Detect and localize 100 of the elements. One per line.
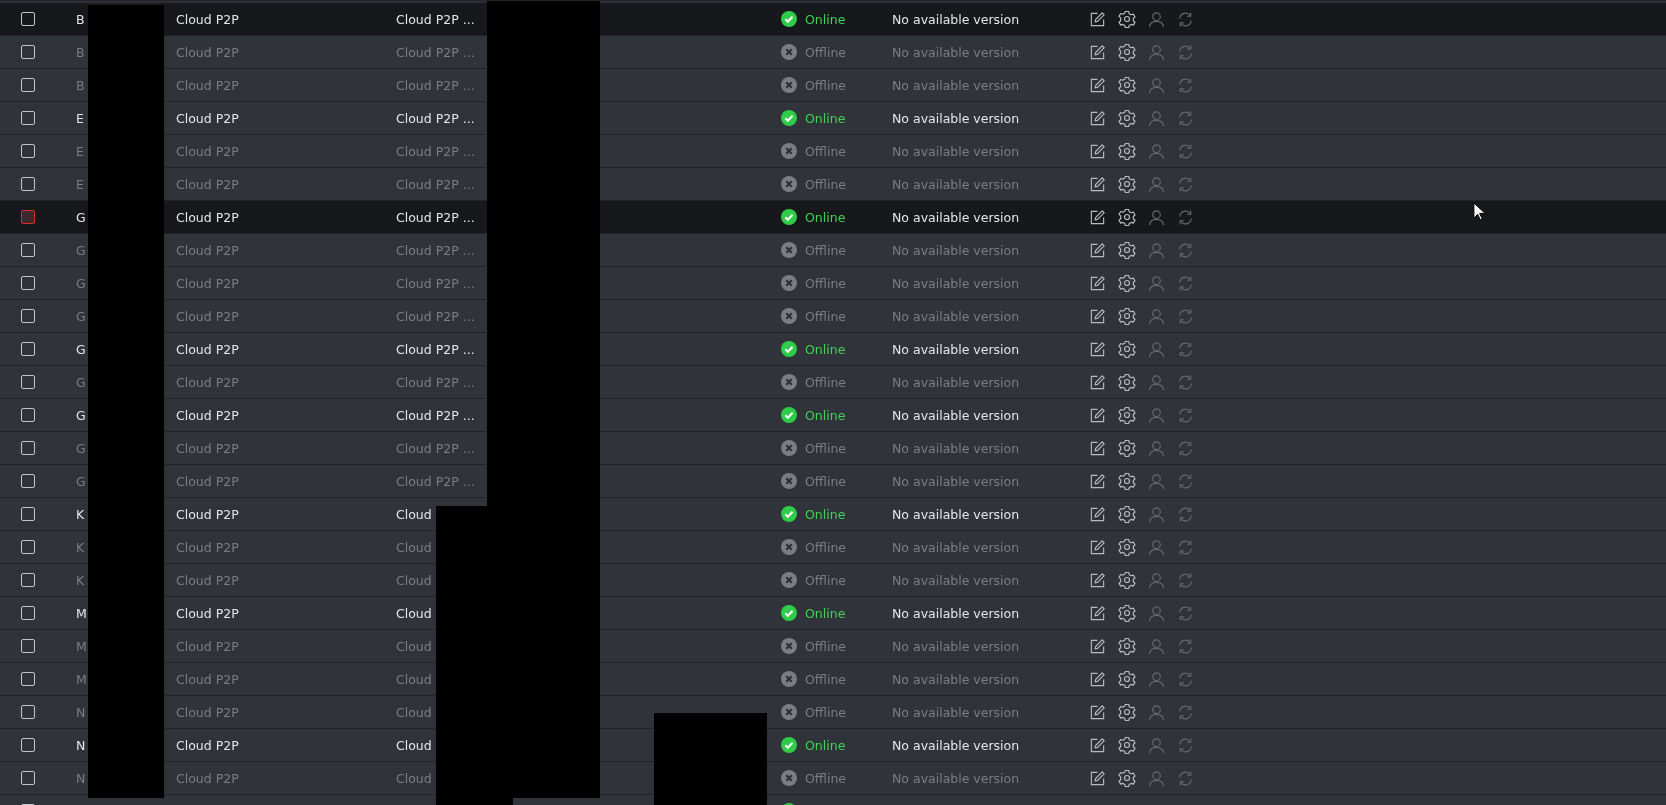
device-name: G xyxy=(76,242,86,258)
edit-icon[interactable] xyxy=(1089,340,1106,358)
connection-type: Cloud P2P xyxy=(176,704,239,720)
status-text: Offline xyxy=(805,671,846,687)
row-checkbox[interactable] xyxy=(21,177,35,191)
settings-icon[interactable] xyxy=(1118,274,1136,292)
settings-icon[interactable] xyxy=(1118,472,1136,490)
edit-icon[interactable] xyxy=(1089,175,1106,193)
settings-icon[interactable] xyxy=(1118,43,1136,61)
edit-icon[interactable] xyxy=(1089,241,1106,259)
row-checkbox[interactable] xyxy=(21,111,35,125)
table-cell: Cloud P2P ... xyxy=(396,473,475,489)
version-text: No available version xyxy=(892,407,1020,423)
version-text: No available version xyxy=(892,308,1020,324)
device-name: N xyxy=(76,704,86,720)
settings-icon[interactable] xyxy=(1118,637,1136,655)
device-name: M xyxy=(76,671,87,687)
connection-type: Cloud P2P xyxy=(176,143,239,159)
settings-icon[interactable] xyxy=(1118,439,1136,457)
settings-icon[interactable] xyxy=(1118,406,1136,424)
status-text: Online xyxy=(805,11,846,27)
settings-icon[interactable] xyxy=(1118,208,1136,226)
row-checkbox[interactable] xyxy=(21,672,35,686)
device-name: E xyxy=(76,176,84,192)
row-checkbox[interactable] xyxy=(21,474,35,488)
version-text: No available version xyxy=(892,506,1020,522)
row-checkbox[interactable] xyxy=(21,342,35,356)
row-checkbox[interactable] xyxy=(21,540,35,554)
settings-icon[interactable] xyxy=(1118,241,1136,259)
edit-icon[interactable] xyxy=(1089,604,1106,622)
settings-icon[interactable] xyxy=(1118,175,1136,193)
row-checkbox[interactable] xyxy=(21,441,35,455)
row-checkbox[interactable] xyxy=(21,408,35,422)
settings-icon[interactable] xyxy=(1118,538,1136,556)
edit-icon[interactable] xyxy=(1089,142,1106,160)
row-checkbox[interactable] xyxy=(21,375,35,389)
settings-icon[interactable] xyxy=(1118,340,1136,358)
table-cell: Cloud xyxy=(396,638,432,654)
row-checkbox[interactable] xyxy=(21,210,35,224)
edit-icon[interactable] xyxy=(1089,505,1106,523)
edit-icon[interactable] xyxy=(1089,703,1106,721)
row-checkbox[interactable] xyxy=(21,606,35,620)
version-text: No available version xyxy=(892,704,1020,720)
settings-icon[interactable] xyxy=(1118,670,1136,688)
row-checkbox[interactable] xyxy=(21,573,35,587)
settings-icon[interactable] xyxy=(1118,307,1136,325)
connection-type: Cloud P2P xyxy=(176,440,239,456)
settings-icon[interactable] xyxy=(1118,373,1136,391)
edit-icon[interactable] xyxy=(1089,769,1106,787)
settings-icon[interactable] xyxy=(1118,736,1136,754)
edit-icon[interactable] xyxy=(1089,736,1106,754)
edit-icon[interactable] xyxy=(1089,208,1106,226)
settings-icon[interactable] xyxy=(1118,10,1136,28)
settings-icon[interactable] xyxy=(1118,142,1136,160)
settings-icon[interactable] xyxy=(1118,109,1136,127)
table-cell: Cloud P2P ... xyxy=(396,209,475,225)
settings-icon[interactable] xyxy=(1118,571,1136,589)
row-checkbox[interactable] xyxy=(21,738,35,752)
version-text: No available version xyxy=(892,605,1020,621)
edit-icon[interactable] xyxy=(1089,406,1106,424)
edit-icon[interactable] xyxy=(1089,571,1106,589)
edit-icon[interactable] xyxy=(1089,373,1106,391)
connection-type: Cloud P2P xyxy=(176,737,239,753)
edit-icon[interactable] xyxy=(1089,76,1106,94)
edit-icon[interactable] xyxy=(1089,274,1106,292)
status-text: Offline xyxy=(805,638,846,654)
edit-icon[interactable] xyxy=(1089,637,1106,655)
edit-icon[interactable] xyxy=(1089,538,1106,556)
edit-icon[interactable] xyxy=(1089,43,1106,61)
settings-icon[interactable] xyxy=(1118,703,1136,721)
edit-icon[interactable] xyxy=(1089,109,1106,127)
row-checkbox[interactable] xyxy=(21,45,35,59)
device-name: G xyxy=(76,473,86,489)
version-text: No available version xyxy=(892,440,1020,456)
row-checkbox[interactable] xyxy=(21,243,35,257)
row-checkbox[interactable] xyxy=(21,276,35,290)
device-name: N xyxy=(76,770,86,786)
row-checkbox[interactable] xyxy=(21,771,35,785)
status-text: Offline xyxy=(805,770,846,786)
row-checkbox[interactable] xyxy=(21,78,35,92)
edit-icon[interactable] xyxy=(1089,670,1106,688)
row-checkbox[interactable] xyxy=(21,705,35,719)
edit-icon[interactable] xyxy=(1089,472,1106,490)
edit-icon[interactable] xyxy=(1089,439,1106,457)
status-text: Offline xyxy=(805,572,846,588)
row-checkbox[interactable] xyxy=(21,639,35,653)
device-name: B xyxy=(76,77,85,93)
settings-icon[interactable] xyxy=(1118,505,1136,523)
row-checkbox[interactable] xyxy=(21,507,35,521)
version-text: No available version xyxy=(892,341,1020,357)
edit-icon[interactable] xyxy=(1089,10,1106,28)
connection-type: Cloud P2P xyxy=(176,374,239,390)
settings-icon[interactable] xyxy=(1118,604,1136,622)
row-checkbox[interactable] xyxy=(21,309,35,323)
table-cell: Cloud xyxy=(396,737,432,753)
settings-icon[interactable] xyxy=(1118,769,1136,787)
row-checkbox[interactable] xyxy=(21,144,35,158)
settings-icon[interactable] xyxy=(1118,76,1136,94)
row-checkbox[interactable] xyxy=(21,12,35,26)
edit-icon[interactable] xyxy=(1089,307,1106,325)
